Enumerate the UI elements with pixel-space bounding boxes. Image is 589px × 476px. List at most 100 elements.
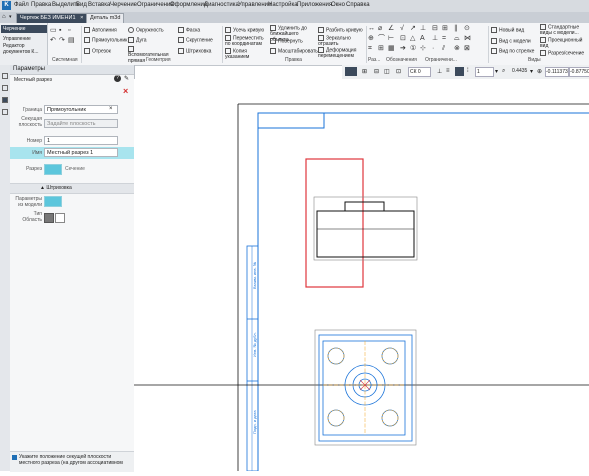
section-option[interactable]: Сечение: [65, 166, 85, 172]
tolerance-icon[interactable]: ⊡: [400, 35, 406, 43]
open-icon[interactable]: ▫: [68, 27, 70, 35]
axis-icon[interactable]: ⊹: [420, 45, 426, 53]
menu-window[interactable]: Окно: [331, 2, 345, 8]
auto-dim-icon[interactable]: ⌗: [368, 45, 372, 53]
drawing-canvas[interactable]: Взаим. инв. № Инв. № дубл. Подп. и дата: [134, 79, 589, 472]
properties-icon[interactable]: [2, 109, 8, 115]
layers-icon[interactable]: [2, 97, 8, 103]
angle-dim-icon[interactable]: ∠: [388, 25, 394, 33]
menu-apps[interactable]: Приложения: [297, 2, 332, 8]
number-field[interactable]: 1: [44, 136, 118, 145]
tangent-icon[interactable]: ⌓: [454, 35, 460, 43]
plane-field[interactable]: Задайте плоскость: [44, 119, 118, 128]
scale-select[interactable]: 1: [475, 67, 494, 77]
help-icon[interactable]: ?: [114, 75, 121, 82]
symmetric-icon[interactable]: ⋈: [464, 35, 471, 43]
chevron-down-icon[interactable]: ▾: [9, 14, 12, 20]
hatch-button[interactable]: Штриховка: [178, 48, 211, 54]
autoline-button[interactable]: Автолиния: [84, 27, 117, 33]
y-coordinate-field[interactable]: -0.87750: [569, 67, 589, 77]
fix-icon[interactable]: ⊞: [442, 25, 448, 33]
lock-icon[interactable]: ⊠: [464, 45, 470, 53]
trim-button[interactable]: Усечь кривую: [225, 27, 264, 33]
search-icon[interactable]: ⌕: [502, 68, 505, 75]
section-boundary-rect[interactable]: [305, 158, 364, 288]
arrow-icon[interactable]: ➔: [400, 45, 406, 53]
diameter-icon[interactable]: ⌀: [378, 25, 382, 33]
tab-part[interactable]: Деталь m3d: [86, 13, 125, 23]
menu-view[interactable]: Вид: [76, 2, 87, 8]
cancel-icon[interactable]: ×: [123, 86, 128, 96]
chevron-down-icon[interactable]: ▾: [495, 68, 498, 75]
menu-drawing[interactable]: Черчение: [110, 2, 137, 8]
line-style-icon[interactable]: ⊡: [396, 68, 401, 75]
move-coords-button[interactable]: Переместить по координатам: [225, 35, 267, 47]
standard-views-button[interactable]: Стандартные виды с модели...: [540, 24, 588, 36]
arc-button[interactable]: Дуга: [128, 37, 147, 43]
hatch-type-icon[interactable]: [44, 213, 54, 223]
layer-icon[interactable]: ◫: [384, 68, 390, 75]
arrow-view-button[interactable]: Вид по стрелке: [491, 48, 534, 54]
close-icon[interactable]: ×: [80, 15, 83, 21]
horizontal-icon[interactable]: ⊟: [432, 25, 438, 33]
menu-constraints[interactable]: Ограничения: [137, 2, 174, 8]
ordinate-icon[interactable]: ⊞: [378, 45, 384, 53]
hatch-section-header[interactable]: ▲ Штриховка: [10, 183, 134, 194]
front-view-frame[interactable]: [313, 196, 418, 261]
base-icon[interactable]: ⊥: [420, 25, 426, 33]
position-icon[interactable]: ①: [410, 45, 416, 53]
hatch-area-icon[interactable]: [55, 213, 65, 223]
chevron-down-icon[interactable]: ▾: [530, 68, 533, 75]
home-icon[interactable]: ⌂: [2, 14, 6, 20]
name-field[interactable]: Местный разрез 1: [44, 148, 118, 157]
section-view-button[interactable]: Разрез/сечение: [540, 50, 584, 56]
redo-icon[interactable]: ↷: [59, 37, 65, 45]
undo-icon[interactable]: ↶: [50, 37, 56, 45]
snap-grid-icon[interactable]: ⁞: [467, 68, 469, 74]
fx-icon[interactable]: [2, 85, 8, 91]
grid-icon[interactable]: ⊞: [362, 68, 367, 75]
menu-help[interactable]: Справка: [346, 2, 370, 8]
snap-icon[interactable]: ⊟: [374, 68, 379, 75]
x-coordinate-field[interactable]: -0.111373: [545, 67, 569, 77]
print-icon[interactable]: ▤: [68, 37, 75, 45]
menu-design[interactable]: Оформление: [170, 2, 207, 8]
round-icon[interactable]: ≡: [446, 68, 450, 74]
mirror-button[interactable]: Зеркально отразить: [318, 35, 364, 47]
point-icon[interactable]: ·: [432, 45, 434, 53]
table-icon[interactable]: ▦: [388, 45, 395, 53]
menu-diagnostics[interactable]: Диагностика: [204, 2, 239, 8]
mode-management[interactable]: Управление: [1, 35, 47, 43]
chamfer-button[interactable]: Фаска: [178, 27, 200, 33]
roughness-icon[interactable]: √: [400, 25, 404, 33]
merge-icon[interactable]: ⊗: [454, 45, 460, 53]
circle-button[interactable]: Окружность: [128, 27, 164, 33]
ortho-icon[interactable]: ⊥: [437, 68, 442, 75]
deform-button[interactable]: Деформация перемещением: [318, 47, 364, 59]
mode-drawing[interactable]: Черчение: [1, 25, 47, 33]
split-curve-button[interactable]: Разбить кривую: [318, 27, 363, 33]
menu-file[interactable]: Файл: [14, 2, 29, 8]
scale-button[interactable]: Масштабировать: [270, 48, 318, 54]
linear-dim-icon[interactable]: ↔: [368, 25, 375, 33]
coincide-icon[interactable]: ⊙: [464, 25, 470, 33]
cut-toggle[interactable]: [44, 164, 62, 175]
view-from-model-button[interactable]: Вид с модели: [491, 38, 531, 44]
equal-icon[interactable]: =: [442, 35, 446, 43]
radius-icon[interactable]: ⊕: [368, 35, 374, 43]
new-view-button[interactable]: Новый вид: [491, 27, 524, 33]
zoom-value[interactable]: 0.4435: [512, 68, 527, 74]
clear-icon[interactable]: ×: [109, 106, 113, 113]
rectangle-button[interactable]: Прямоугольник: [84, 37, 127, 43]
collinear-icon[interactable]: ⫽: [442, 45, 445, 53]
vertical-icon[interactable]: ⊥: [432, 35, 438, 43]
boundary-select[interactable]: Прямоугольник: [44, 105, 118, 114]
save-icon[interactable]: ▪: [59, 27, 61, 35]
tab-drawing[interactable]: Чертеж БЕЗ ИМЕНИ1 ×: [16, 13, 88, 23]
top-view-frame[interactable]: [314, 329, 417, 446]
menu-edit[interactable]: Правка: [31, 2, 51, 8]
model-param-toggle[interactable]: [44, 196, 62, 207]
segment-button[interactable]: Отрезок: [84, 48, 111, 54]
projection-view-button[interactable]: Проекционный вид: [540, 37, 588, 49]
fillet-button[interactable]: Скругление: [178, 37, 213, 43]
